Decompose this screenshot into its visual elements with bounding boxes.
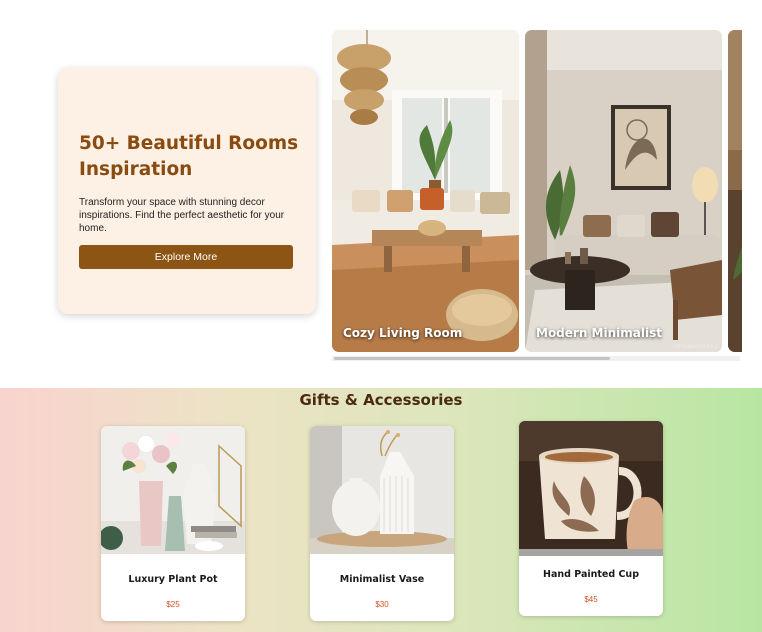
gift-price: $30 [375, 600, 389, 609]
carousel-scrollbar[interactable] [332, 356, 740, 361]
gifts-heading: Gifts & Accessories [299, 391, 463, 409]
gift-card-hand-painted-cup[interactable]: Hand Painted Cup $45 [519, 421, 663, 616]
room-label: Cozy Living Room [343, 326, 463, 340]
gift-card-luxury-plant-pot[interactable]: Luxury Plant Pot $25 [101, 426, 245, 621]
gift-card-minimalist-vase[interactable]: Minimalist Vase $30 [310, 426, 454, 621]
hand-painted-cup-image [519, 421, 663, 556]
promo-title: 50+ Beautiful Rooms Inspiration [79, 133, 299, 180]
promo-description: Transform your space with stunning decor… [79, 197, 285, 234]
promo-card: 50+ Beautiful Rooms Inspiration Transfor… [58, 68, 316, 314]
cozy-living-room-image [332, 30, 519, 352]
room-card-cozy-living-room[interactable]: Cozy Living Room [332, 30, 519, 352]
room-label: Modern Minimalist [536, 326, 662, 340]
explore-more-button[interactable]: Explore More [79, 245, 293, 269]
gifts-section: Gifts & Accessories Luxury Plant Pot $25… [0, 388, 762, 632]
gift-name: Luxury Plant Pot [128, 574, 218, 585]
room-card-modern-minimalist[interactable]: Modern Minimalist STYLINGHERLIFE.C [525, 30, 722, 352]
gift-price: $45 [584, 595, 598, 604]
rooms-carousel[interactable]: Cozy Living Room Modern Minimalist STYLI… [331, 28, 742, 360]
room-card-next[interactable] [728, 30, 742, 352]
gift-name: Hand Painted Cup [543, 569, 639, 580]
carousel-scrollbar-thumb[interactable] [334, 357, 610, 360]
image-watermark: STYLINGHERLIFE.C [675, 344, 718, 349]
luxury-plant-pot-image [101, 426, 245, 554]
modern-minimalist-image [525, 30, 722, 352]
minimalist-vase-image [310, 426, 454, 554]
hero-section: 50+ Beautiful Rooms Inspiration Transfor… [0, 0, 762, 388]
next-room-image [728, 30, 742, 352]
gift-name: Minimalist Vase [339, 574, 425, 585]
gift-price: $25 [166, 600, 180, 609]
